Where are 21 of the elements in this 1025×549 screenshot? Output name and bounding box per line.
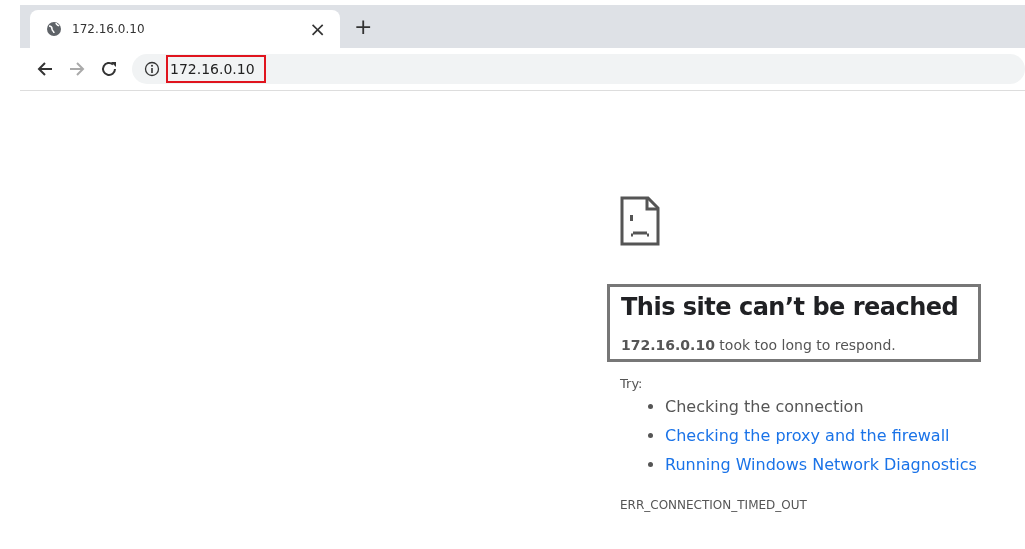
bullet-icon — [648, 433, 653, 438]
globe-icon — [46, 21, 62, 37]
sad-page-icon — [620, 196, 660, 246]
error-code: ERR_CONNECTION_TIMED_OUT — [620, 498, 808, 512]
new-tab-button[interactable]: + — [354, 16, 373, 38]
bullet-icon — [648, 462, 653, 467]
address-bar[interactable]: 172.16.0.10 — [132, 54, 1025, 84]
close-button[interactable]: × — [309, 19, 326, 39]
url-field[interactable]: 172.16.0.10 — [166, 55, 266, 83]
bullet-icon — [648, 404, 653, 409]
suggestion-link[interactable]: Checking the proxy and the firewall — [665, 426, 950, 445]
info-icon — [144, 61, 160, 77]
suggestion-text: Checking the connection — [665, 397, 864, 416]
try-label: Try: — [620, 376, 644, 391]
suggestion-link[interactable]: Running Windows Network Diagnostics — [665, 455, 977, 474]
error-message: 172.16.0.10 took too long to respond. — [621, 337, 897, 353]
reload-icon[interactable] — [100, 60, 118, 78]
back-icon[interactable] — [36, 60, 54, 78]
browser-tab[interactable]: 172.16.0.10 × — [30, 10, 340, 48]
error-title: This site can’t be reached — [621, 293, 960, 321]
tab-title: 172.16.0.10 — [72, 22, 146, 36]
